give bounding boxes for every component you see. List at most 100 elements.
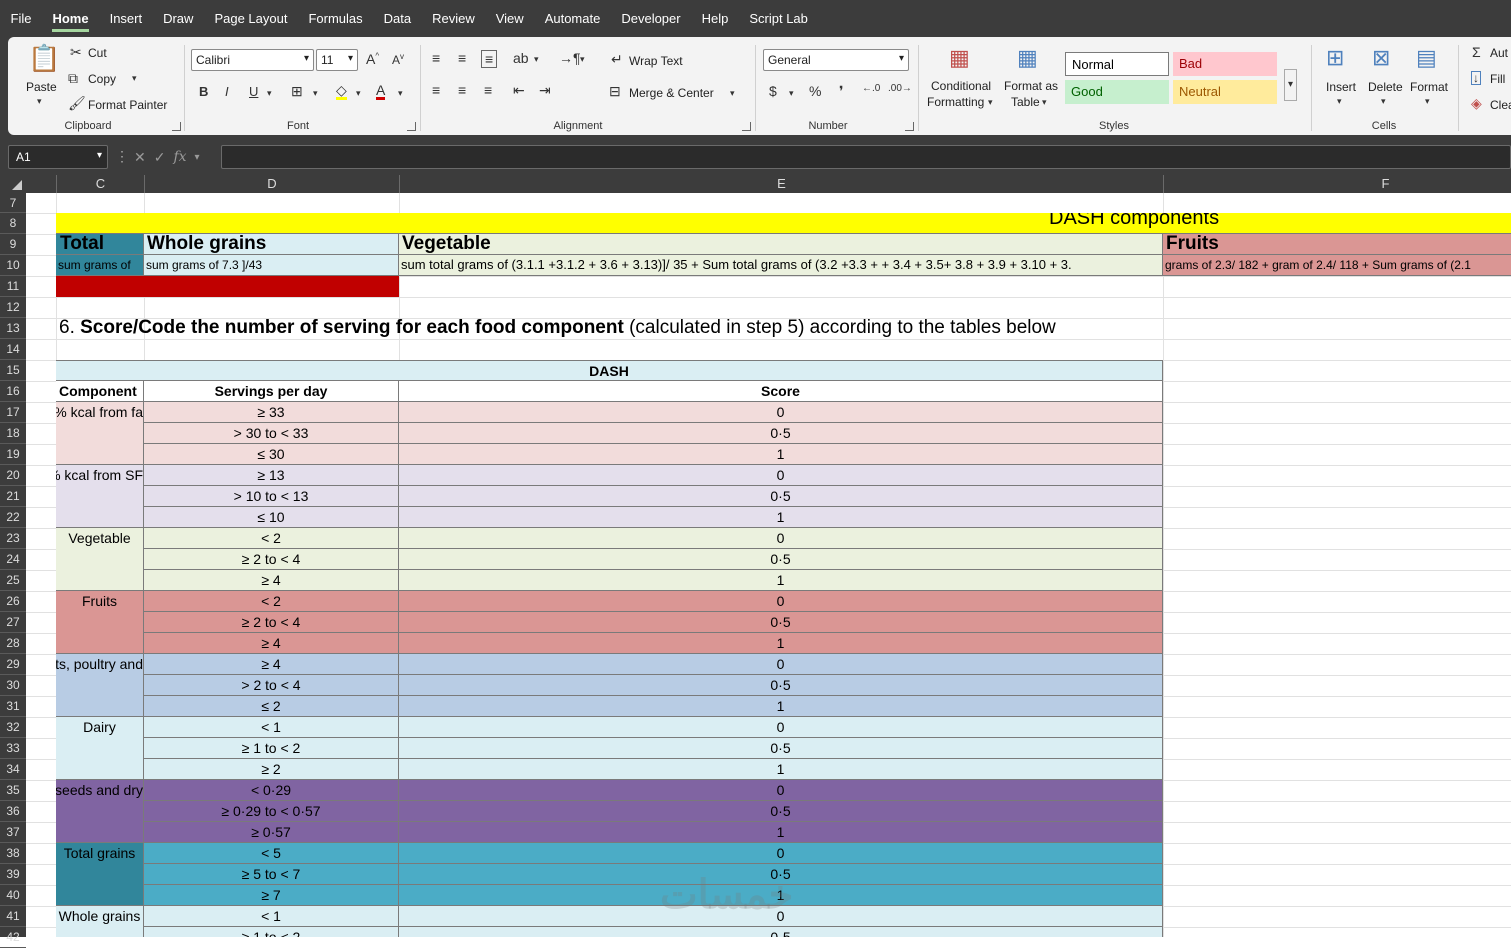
menu-formulas[interactable]: Formulas: [298, 0, 373, 37]
wrap-text-icon[interactable]: ↵: [611, 52, 623, 66]
row-header-22[interactable]: 22: [0, 507, 26, 528]
row-header-18[interactable]: 18: [0, 423, 26, 444]
servings-cell[interactable]: ≥ 0·57: [144, 822, 399, 843]
row-header-25[interactable]: 25: [0, 570, 26, 591]
component-cell[interactable]: Dairy: [56, 717, 144, 780]
servings-cell[interactable]: < 5: [144, 843, 399, 864]
format-cells-button[interactable]: Format: [1410, 80, 1448, 94]
number-format-combo[interactable]: General ▾: [763, 49, 909, 71]
style-normal[interactable]: Normal: [1065, 52, 1169, 76]
header-total[interactable]: Total: [56, 234, 144, 255]
servings-cell[interactable]: ≥ 4: [144, 633, 399, 654]
chevron-down-icon[interactable]: ▾: [988, 98, 993, 107]
score-cell[interactable]: 1: [399, 633, 1163, 654]
servings-cell[interactable]: < 1: [144, 717, 399, 738]
component-cell[interactable]: Fruits: [56, 591, 144, 654]
row-header-11[interactable]: 11: [0, 276, 26, 297]
servings-cell[interactable]: ≥ 1 to < 2: [144, 927, 399, 937]
score-cell[interactable]: 0·5: [399, 549, 1163, 570]
score-cell[interactable]: 0: [399, 843, 1163, 864]
servings-cell[interactable]: > 2 to < 4: [144, 675, 399, 696]
cut-icon[interactable]: ✂: [70, 45, 82, 59]
row-header-38[interactable]: 38: [0, 843, 26, 864]
header-fruits[interactable]: Fruits: [1163, 234, 1511, 255]
menu-review[interactable]: Review: [422, 0, 486, 37]
cancel-icon[interactable]: ✕: [134, 149, 146, 166]
insert-cells-button[interactable]: Insert: [1326, 80, 1356, 94]
menu-home[interactable]: Home: [42, 0, 99, 37]
row-header-21[interactable]: 21: [0, 486, 26, 507]
row-header-10[interactable]: 10: [0, 255, 26, 276]
format-painter-button[interactable]: Format Painter: [88, 98, 167, 112]
copy-icon[interactable]: ⧉: [68, 71, 78, 85]
row-header-39[interactable]: 39: [0, 864, 26, 885]
chevron-down-icon[interactable]: ▾: [267, 89, 272, 98]
style-bad[interactable]: Bad: [1173, 52, 1277, 76]
menu-data[interactable]: Data: [373, 0, 421, 37]
score-cell[interactable]: 0: [399, 528, 1163, 549]
row-header-12[interactable]: 12: [0, 297, 26, 318]
number-launcher-icon[interactable]: [905, 122, 914, 131]
servings-cell[interactable]: > 10 to < 13: [144, 486, 399, 507]
row-header-8[interactable]: 8: [0, 213, 26, 234]
delete-cells-icon[interactable]: ⊠: [1372, 47, 1390, 69]
score-cell[interactable]: 1: [399, 507, 1163, 528]
formula-fruits[interactable]: grams of 2.3/ 182 + gram of 2.4/ 118 + S…: [1163, 255, 1511, 276]
select-all-corner[interactable]: [12, 180, 22, 190]
score-cell[interactable]: 1: [399, 570, 1163, 591]
row-header-20[interactable]: 20: [0, 465, 26, 486]
formula-input[interactable]: [221, 145, 1511, 169]
row-header-29[interactable]: 29: [0, 654, 26, 675]
copy-button[interactable]: Copy: [88, 72, 116, 86]
text-direction-icon[interactable]: →¶: [559, 51, 581, 65]
servings-cell[interactable]: ≤ 2: [144, 696, 399, 717]
score-cell[interactable]: 0·5: [399, 801, 1163, 822]
style-neutral[interactable]: Neutral: [1173, 80, 1277, 104]
autosum-button[interactable]: Aut: [1490, 46, 1508, 60]
comma-icon[interactable]: ❜: [839, 84, 844, 98]
score-cell[interactable]: 1: [399, 759, 1163, 780]
merge-center-icon[interactable]: ⊟: [609, 84, 621, 98]
worksheet-grid[interactable]: DASH components Total Whole grains Veget…: [26, 193, 1511, 937]
score-cell[interactable]: 0·5: [399, 738, 1163, 759]
formula-total[interactable]: sum grams of: [56, 255, 144, 276]
format-cells-icon[interactable]: ▤: [1416, 47, 1437, 69]
paste-icon[interactable]: 📋: [28, 45, 60, 71]
row-header-7[interactable]: 7: [0, 193, 26, 213]
component-cell[interactable]: % kcal from fa: [56, 402, 144, 465]
row-header-37[interactable]: 37: [0, 822, 26, 843]
step-6-heading[interactable]: 6. Score/Code the number of serving for …: [59, 317, 1056, 339]
format-painter-icon[interactable]: 🖌: [68, 96, 86, 110]
servings-cell[interactable]: < 2: [144, 591, 399, 612]
row-header-35[interactable]: 35: [0, 780, 26, 801]
font-launcher-icon[interactable]: [407, 122, 416, 131]
menu-view[interactable]: View: [485, 0, 534, 37]
increase-font-icon[interactable]: A^: [366, 52, 379, 66]
conditional-formatting-button-line2[interactable]: Formatting: [927, 95, 984, 109]
score-cell[interactable]: 0: [399, 402, 1163, 423]
increase-indent-icon[interactable]: ⇥: [539, 83, 551, 97]
decrease-font-icon[interactable]: Av: [392, 53, 404, 67]
align-left-icon[interactable]: ≡: [432, 83, 440, 97]
enter-icon[interactable]: ✓: [154, 149, 166, 166]
align-right-icon[interactable]: ≡: [484, 83, 492, 97]
percent-icon[interactable]: %: [809, 84, 821, 98]
formula-vegetable[interactable]: sum total grams of (3.1.1 +3.1.2 + 3.6 +…: [399, 255, 1163, 276]
servings-cell[interactable]: ≥ 13: [144, 465, 399, 486]
row-header-30[interactable]: 30: [0, 675, 26, 696]
score-cell[interactable]: 1: [399, 444, 1163, 465]
score-cell[interactable]: 0·5: [399, 675, 1163, 696]
clear-icon[interactable]: ◈: [1471, 96, 1482, 110]
chevron-down-icon[interactable]: ▾: [1381, 97, 1386, 106]
cut-button[interactable]: Cut: [88, 46, 107, 60]
th-score[interactable]: Score: [399, 381, 1163, 402]
row-header-13[interactable]: 13: [0, 318, 26, 339]
row-header-23[interactable]: 23: [0, 528, 26, 549]
score-cell[interactable]: 0·5: [399, 423, 1163, 444]
column-header-f[interactable]: F: [1164, 175, 1511, 193]
font-color-icon[interactable]: A: [376, 83, 386, 100]
italic-icon[interactable]: I: [225, 85, 229, 98]
column-header-d[interactable]: D: [145, 175, 400, 193]
score-cell[interactable]: 1: [399, 696, 1163, 717]
insert-cells-icon[interactable]: ⊞: [1326, 47, 1344, 69]
